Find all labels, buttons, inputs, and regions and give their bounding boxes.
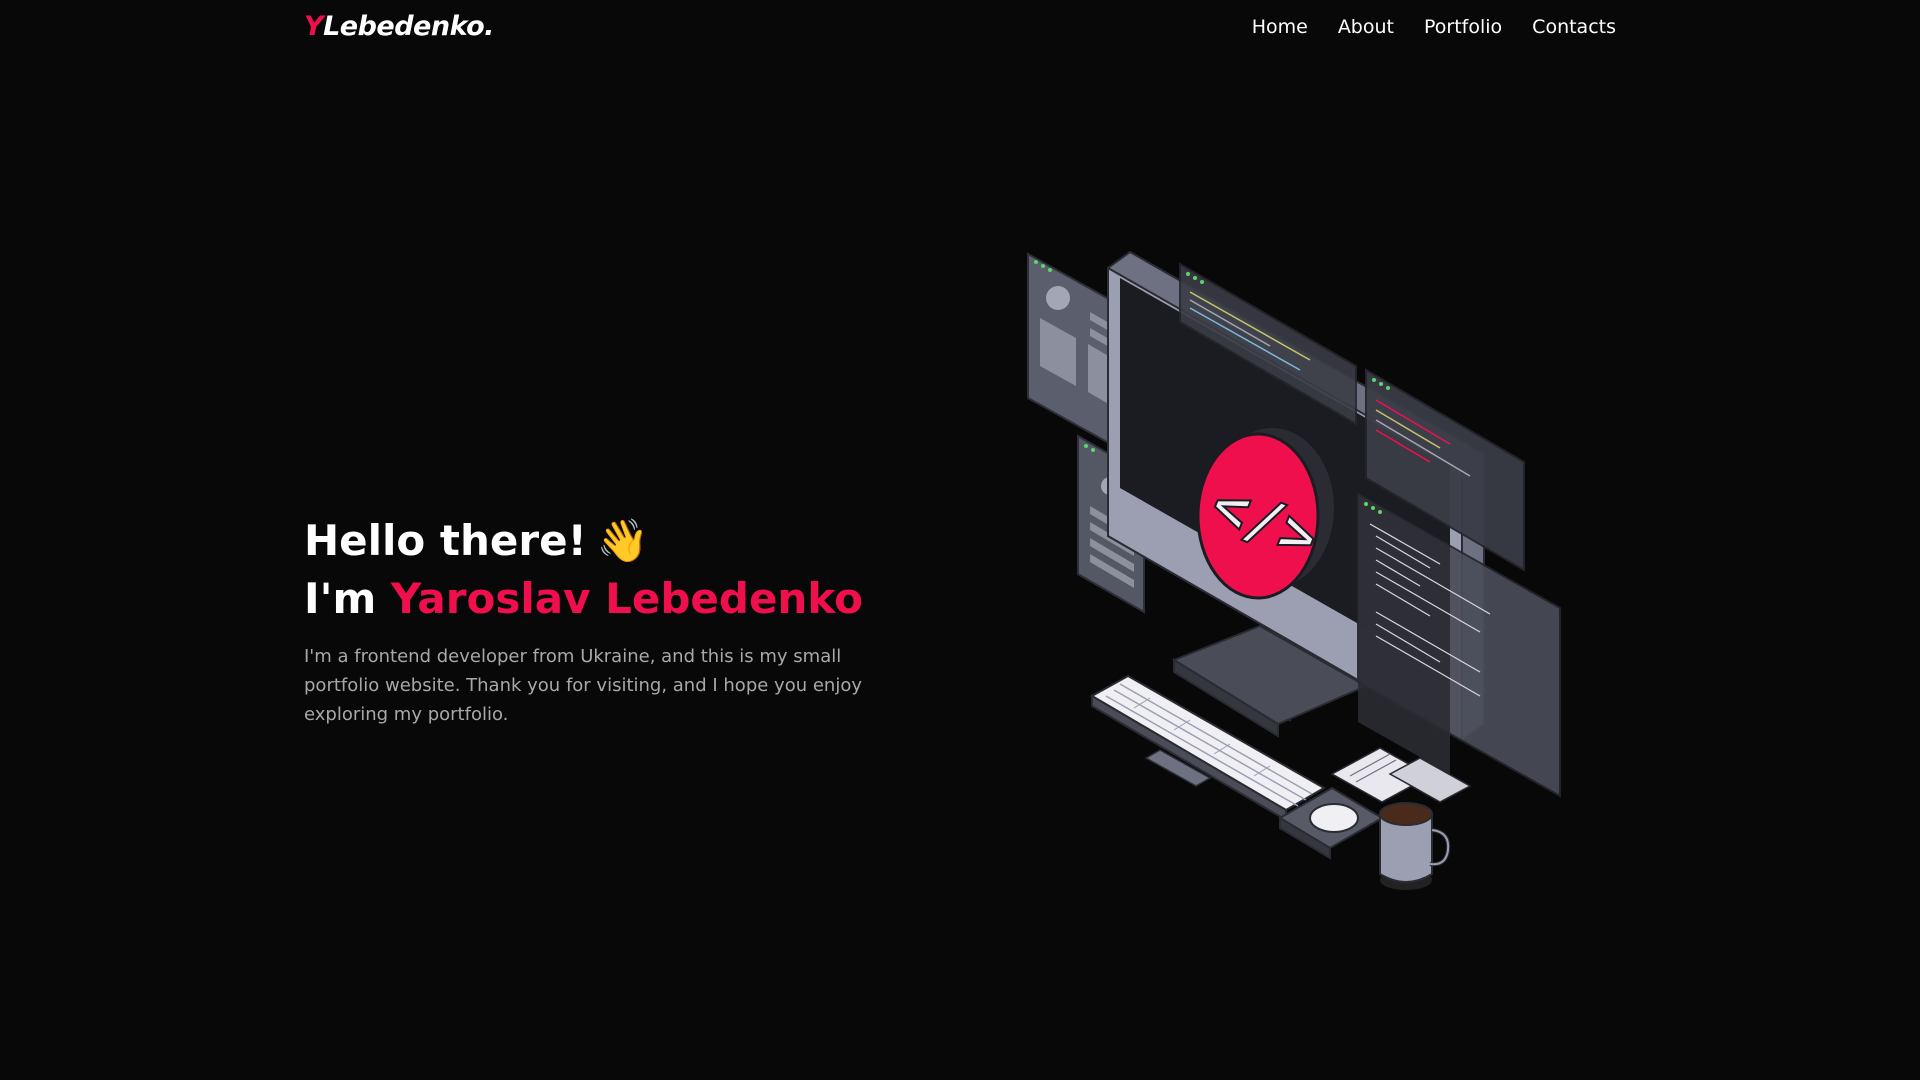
hero-intro-prefix: I'm	[304, 574, 377, 623]
logo-name: Lebedenko.	[323, 11, 494, 42]
wave-hand-icon: 👋	[596, 516, 650, 565]
nav-home-link[interactable]: Home	[1252, 16, 1308, 38]
mouse-icon	[1309, 803, 1359, 833]
hero-section: Hello there! 👋 I'm Yaroslav Lebedenko I'm…	[304, 512, 924, 729]
hero-name-heading: I'm Yaroslav Lebedenko	[304, 570, 924, 628]
site-logo[interactable]: YLebedenko.	[304, 11, 494, 42]
workstation-svg: </>	[1027, 250, 1561, 890]
hero-name: Yaroslav Lebedenko	[390, 574, 863, 623]
site-header: YLebedenko. Home About Portfolio Contact…	[0, 0, 1920, 60]
hero-description: I'm a frontend developer from Ukraine, a…	[304, 646, 862, 725]
hero-greeting-heading: Hello there! 👋	[304, 512, 924, 570]
hero-greeting: Hello there!	[304, 516, 587, 565]
logo-initial: Y	[304, 11, 324, 42]
nav-about-link[interactable]: About	[1338, 16, 1394, 38]
profile-avatar-icon	[1046, 286, 1070, 310]
coffee-mug-icon	[1379, 802, 1451, 890]
nav-portfolio-link[interactable]: Portfolio	[1424, 16, 1502, 38]
main-nav: Home About Portfolio Contacts	[1252, 16, 1616, 38]
nav-contacts-link[interactable]: Contacts	[1532, 16, 1616, 38]
developer-workstation-illustration: </>	[1010, 240, 1590, 900]
